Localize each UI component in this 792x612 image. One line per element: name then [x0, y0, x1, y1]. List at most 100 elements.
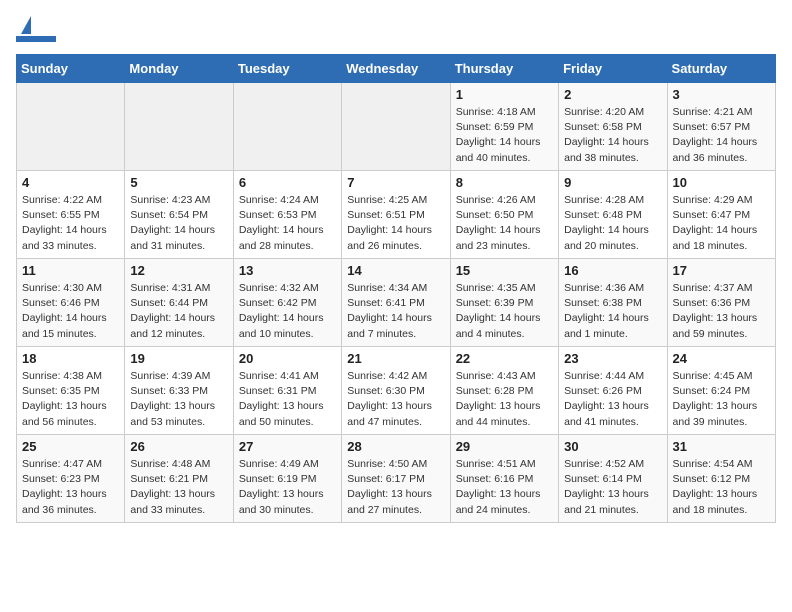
- calendar-table: SundayMondayTuesdayWednesdayThursdayFrid…: [16, 54, 776, 523]
- day-number: 6: [239, 175, 336, 190]
- weekday-header-saturday: Saturday: [667, 55, 775, 83]
- day-info: Sunrise: 4:51 AM Sunset: 6:16 PM Dayligh…: [456, 457, 553, 518]
- calendar-cell: [17, 83, 125, 171]
- calendar-cell: 18 Sunrise: 4:38 AM Sunset: 6:35 PM Dayli…: [17, 347, 125, 435]
- calendar-cell: 25 Sunrise: 4:47 AM Sunset: 6:23 PM Dayli…: [17, 435, 125, 523]
- day-number: 10: [673, 175, 770, 190]
- day-info: Sunrise: 4:45 AM Sunset: 6:24 PM Dayligh…: [673, 369, 770, 430]
- calendar-cell: 30 Sunrise: 4:52 AM Sunset: 6:14 PM Dayli…: [559, 435, 667, 523]
- day-number: 24: [673, 351, 770, 366]
- day-info: Sunrise: 4:29 AM Sunset: 6:47 PM Dayligh…: [673, 193, 770, 254]
- day-info: Sunrise: 4:28 AM Sunset: 6:48 PM Dayligh…: [564, 193, 661, 254]
- day-number: 3: [673, 87, 770, 102]
- day-number: 18: [22, 351, 119, 366]
- calendar-cell: 28 Sunrise: 4:50 AM Sunset: 6:17 PM Dayli…: [342, 435, 450, 523]
- day-number: 31: [673, 439, 770, 454]
- day-info: Sunrise: 4:48 AM Sunset: 6:21 PM Dayligh…: [130, 457, 227, 518]
- day-info: Sunrise: 4:18 AM Sunset: 6:59 PM Dayligh…: [456, 105, 553, 166]
- day-info: Sunrise: 4:20 AM Sunset: 6:58 PM Dayligh…: [564, 105, 661, 166]
- calendar-cell: 1Sunrise: 4:18 AM Sunset: 6:59 PM Daylig…: [450, 83, 558, 171]
- calendar-week-row: 18 Sunrise: 4:38 AM Sunset: 6:35 PM Dayli…: [17, 347, 776, 435]
- calendar-week-row: 11 Sunrise: 4:30 AM Sunset: 6:46 PM Dayli…: [17, 259, 776, 347]
- day-info: Sunrise: 4:50 AM Sunset: 6:17 PM Dayligh…: [347, 457, 444, 518]
- day-number: 27: [239, 439, 336, 454]
- day-info: Sunrise: 4:25 AM Sunset: 6:51 PM Dayligh…: [347, 193, 444, 254]
- calendar-cell: [342, 83, 450, 171]
- calendar-cell: 21 Sunrise: 4:42 AM Sunset: 6:30 PM Dayli…: [342, 347, 450, 435]
- calendar-cell: 22 Sunrise: 4:43 AM Sunset: 6:28 PM Dayli…: [450, 347, 558, 435]
- weekday-header-tuesday: Tuesday: [233, 55, 341, 83]
- day-number: 26: [130, 439, 227, 454]
- day-number: 25: [22, 439, 119, 454]
- day-number: 19: [130, 351, 227, 366]
- day-info: Sunrise: 4:39 AM Sunset: 6:33 PM Dayligh…: [130, 369, 227, 430]
- day-number: 21: [347, 351, 444, 366]
- day-number: 23: [564, 351, 661, 366]
- day-info: Sunrise: 4:41 AM Sunset: 6:31 PM Dayligh…: [239, 369, 336, 430]
- calendar-cell: 26 Sunrise: 4:48 AM Sunset: 6:21 PM Dayli…: [125, 435, 233, 523]
- day-number: 22: [456, 351, 553, 366]
- logo-triangle-icon: [21, 16, 31, 34]
- day-number: 17: [673, 263, 770, 278]
- calendar-cell: 5Sunrise: 4:23 AM Sunset: 6:54 PM Daylig…: [125, 171, 233, 259]
- day-number: 2: [564, 87, 661, 102]
- page-header: [16, 16, 776, 42]
- day-info: Sunrise: 4:54 AM Sunset: 6:12 PM Dayligh…: [673, 457, 770, 518]
- day-info: Sunrise: 4:32 AM Sunset: 6:42 PM Dayligh…: [239, 281, 336, 342]
- calendar-cell: 23 Sunrise: 4:44 AM Sunset: 6:26 PM Dayli…: [559, 347, 667, 435]
- weekday-header-monday: Monday: [125, 55, 233, 83]
- calendar-cell: [125, 83, 233, 171]
- calendar-cell: 16Sunrise: 4:36 AM Sunset: 6:38 PM Dayli…: [559, 259, 667, 347]
- calendar-cell: 14Sunrise: 4:34 AM Sunset: 6:41 PM Dayli…: [342, 259, 450, 347]
- calendar-cell: 31 Sunrise: 4:54 AM Sunset: 6:12 PM Dayli…: [667, 435, 775, 523]
- day-number: 4: [22, 175, 119, 190]
- day-info: Sunrise: 4:21 AM Sunset: 6:57 PM Dayligh…: [673, 105, 770, 166]
- day-number: 11: [22, 263, 119, 278]
- day-number: 16: [564, 263, 661, 278]
- day-info: Sunrise: 4:26 AM Sunset: 6:50 PM Dayligh…: [456, 193, 553, 254]
- calendar-cell: 8 Sunrise: 4:26 AM Sunset: 6:50 PM Daylig…: [450, 171, 558, 259]
- calendar-cell: [233, 83, 341, 171]
- weekday-header-row: SundayMondayTuesdayWednesdayThursdayFrid…: [17, 55, 776, 83]
- calendar-cell: 12Sunrise: 4:31 AM Sunset: 6:44 PM Dayli…: [125, 259, 233, 347]
- day-info: Sunrise: 4:49 AM Sunset: 6:19 PM Dayligh…: [239, 457, 336, 518]
- logo-underbar: [16, 36, 56, 42]
- day-info: Sunrise: 4:35 AM Sunset: 6:39 PM Dayligh…: [456, 281, 553, 342]
- day-number: 30: [564, 439, 661, 454]
- calendar-week-row: 4Sunrise: 4:22 AM Sunset: 6:55 PM Daylig…: [17, 171, 776, 259]
- weekday-header-wednesday: Wednesday: [342, 55, 450, 83]
- calendar-cell: 29 Sunrise: 4:51 AM Sunset: 6:16 PM Dayli…: [450, 435, 558, 523]
- weekday-header-sunday: Sunday: [17, 55, 125, 83]
- day-number: 14: [347, 263, 444, 278]
- calendar-cell: 9 Sunrise: 4:28 AM Sunset: 6:48 PM Daylig…: [559, 171, 667, 259]
- day-number: 20: [239, 351, 336, 366]
- day-number: 5: [130, 175, 227, 190]
- day-number: 9: [564, 175, 661, 190]
- calendar-cell: 10 Sunrise: 4:29 AM Sunset: 6:47 PM Dayli…: [667, 171, 775, 259]
- day-number: 13: [239, 263, 336, 278]
- calendar-cell: 15 Sunrise: 4:35 AM Sunset: 6:39 PM Dayli…: [450, 259, 558, 347]
- day-info: Sunrise: 4:30 AM Sunset: 6:46 PM Dayligh…: [22, 281, 119, 342]
- calendar-cell: 19 Sunrise: 4:39 AM Sunset: 6:33 PM Dayli…: [125, 347, 233, 435]
- day-info: Sunrise: 4:37 AM Sunset: 6:36 PM Dayligh…: [673, 281, 770, 342]
- day-number: 28: [347, 439, 444, 454]
- day-info: Sunrise: 4:42 AM Sunset: 6:30 PM Dayligh…: [347, 369, 444, 430]
- calendar-cell: 20 Sunrise: 4:41 AM Sunset: 6:31 PM Dayli…: [233, 347, 341, 435]
- calendar-cell: 3 Sunrise: 4:21 AM Sunset: 6:57 PM Daylig…: [667, 83, 775, 171]
- calendar-week-row: 1Sunrise: 4:18 AM Sunset: 6:59 PM Daylig…: [17, 83, 776, 171]
- weekday-header-thursday: Thursday: [450, 55, 558, 83]
- day-number: 8: [456, 175, 553, 190]
- day-info: Sunrise: 4:38 AM Sunset: 6:35 PM Dayligh…: [22, 369, 119, 430]
- day-info: Sunrise: 4:43 AM Sunset: 6:28 PM Dayligh…: [456, 369, 553, 430]
- day-info: Sunrise: 4:52 AM Sunset: 6:14 PM Dayligh…: [564, 457, 661, 518]
- day-number: 29: [456, 439, 553, 454]
- calendar-cell: 27 Sunrise: 4:49 AM Sunset: 6:19 PM Dayli…: [233, 435, 341, 523]
- day-number: 15: [456, 263, 553, 278]
- calendar-cell: 24 Sunrise: 4:45 AM Sunset: 6:24 PM Dayli…: [667, 347, 775, 435]
- day-info: Sunrise: 4:24 AM Sunset: 6:53 PM Dayligh…: [239, 193, 336, 254]
- day-number: 12: [130, 263, 227, 278]
- day-info: Sunrise: 4:47 AM Sunset: 6:23 PM Dayligh…: [22, 457, 119, 518]
- calendar-cell: 4Sunrise: 4:22 AM Sunset: 6:55 PM Daylig…: [17, 171, 125, 259]
- calendar-week-row: 25 Sunrise: 4:47 AM Sunset: 6:23 PM Dayli…: [17, 435, 776, 523]
- day-info: Sunrise: 4:44 AM Sunset: 6:26 PM Dayligh…: [564, 369, 661, 430]
